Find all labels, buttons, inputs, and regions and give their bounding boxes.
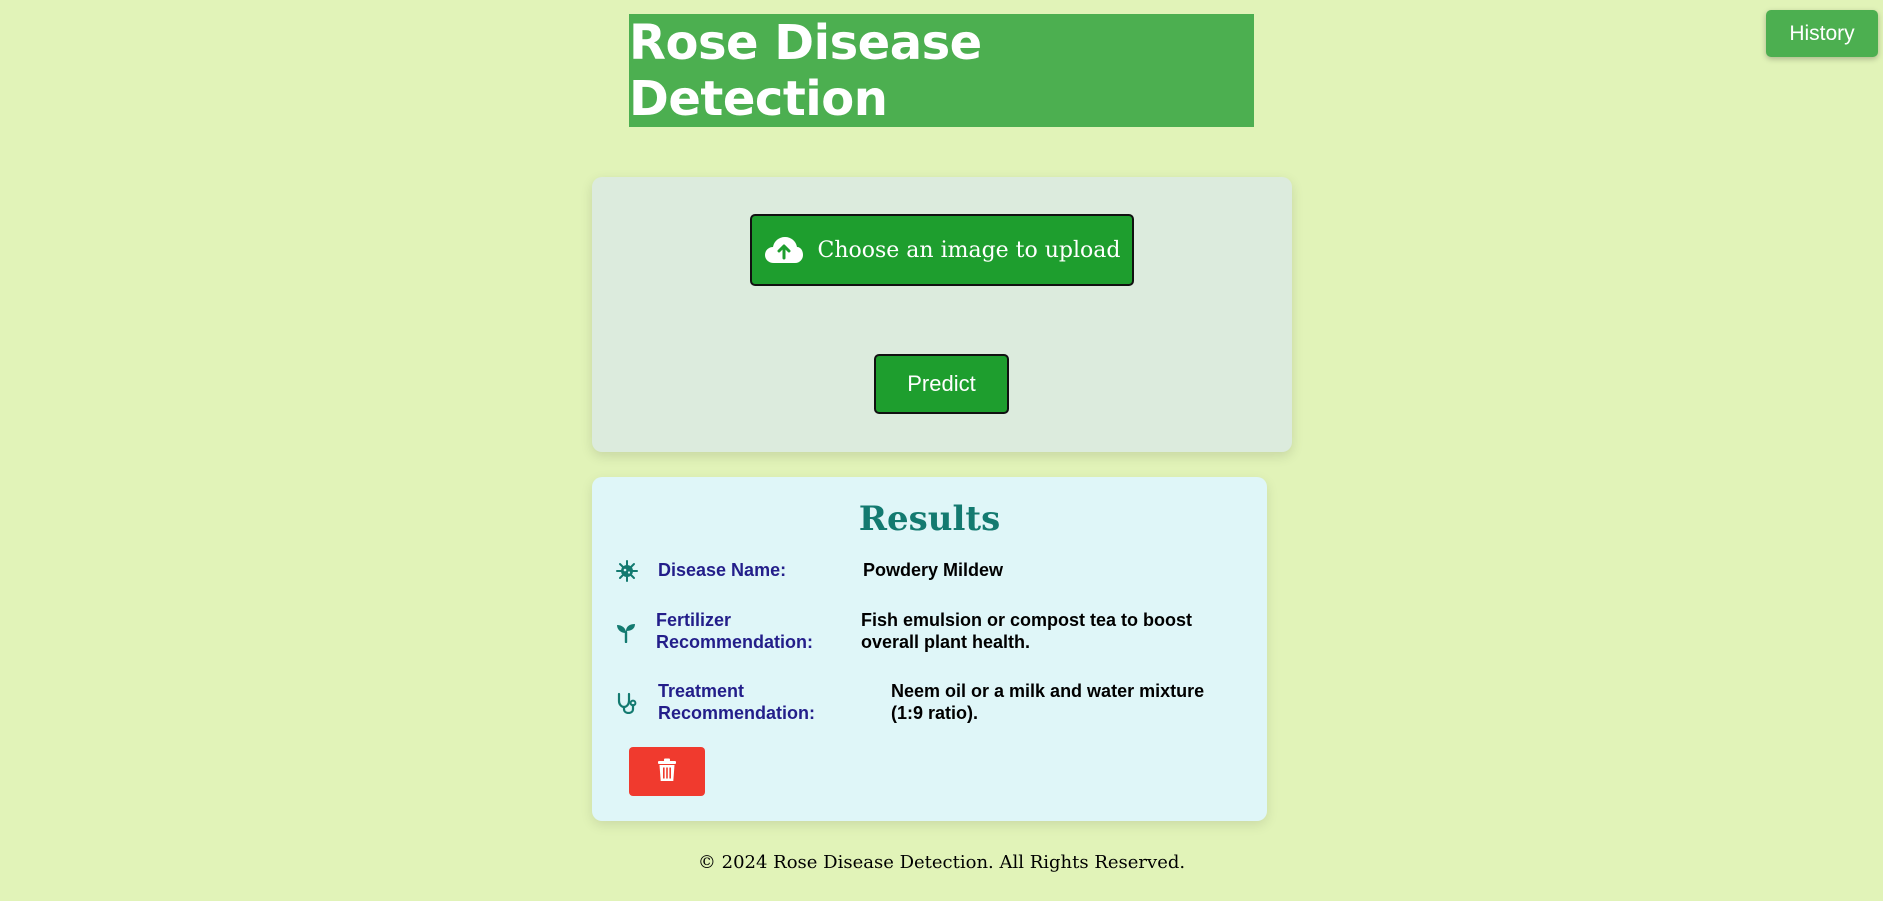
fertilizer-value: Fish emulsion or compost tea to boost ov… xyxy=(861,609,1192,653)
disease-name-value: Powdery Mildew xyxy=(863,560,1004,580)
fertilizer-label-line2: Recommendation: xyxy=(656,632,814,652)
treatment-value-line2: (1:9 ratio). xyxy=(891,703,979,723)
page-title-banner: Rose Disease Detection xyxy=(629,14,1254,127)
delete-button[interactable] xyxy=(629,747,705,796)
treatment-label-line1: Treatment xyxy=(658,681,745,701)
virus-icon xyxy=(616,560,638,582)
cloud-upload-icon xyxy=(764,236,804,264)
history-button[interactable]: History xyxy=(1766,10,1878,57)
page-title: Rose Disease Detection xyxy=(629,14,982,127)
choose-image-button[interactable]: Choose an image to upload xyxy=(750,214,1134,286)
disease-name-label: Disease Name: xyxy=(658,560,787,580)
stethoscope-icon xyxy=(616,692,638,715)
treatment-label: Treatment Recommendation: xyxy=(658,680,815,724)
results-title: Results xyxy=(858,499,1001,539)
treatment-value-line1: Neem oil or a milk and water mixture xyxy=(891,681,1205,701)
results-panel: Results Disease Name: Powdery Mildew Fer… xyxy=(592,477,1267,821)
fertilizer-label: Fertilizer Recommendation: xyxy=(656,609,813,653)
trash-icon xyxy=(657,758,677,786)
seedling-icon xyxy=(615,621,637,644)
predict-button[interactable]: Predict xyxy=(874,354,1009,414)
fertilizer-value-line1: Fish emulsion or compost tea to boost xyxy=(861,610,1193,630)
treatment-value: Neem oil or a milk and water mixture (1:… xyxy=(891,680,1204,724)
fertilizer-label-line1: Fertilizer xyxy=(656,610,732,630)
upload-panel: Choose an image to upload Predict xyxy=(592,177,1292,452)
choose-image-label: Choose an image to upload xyxy=(817,237,1121,263)
fertilizer-value-line2: overall plant health. xyxy=(861,632,1031,652)
footer-copyright: © 2024 Rose Disease Detection. All Right… xyxy=(697,852,1186,873)
treatment-label-line2: Recommendation: xyxy=(658,703,816,723)
